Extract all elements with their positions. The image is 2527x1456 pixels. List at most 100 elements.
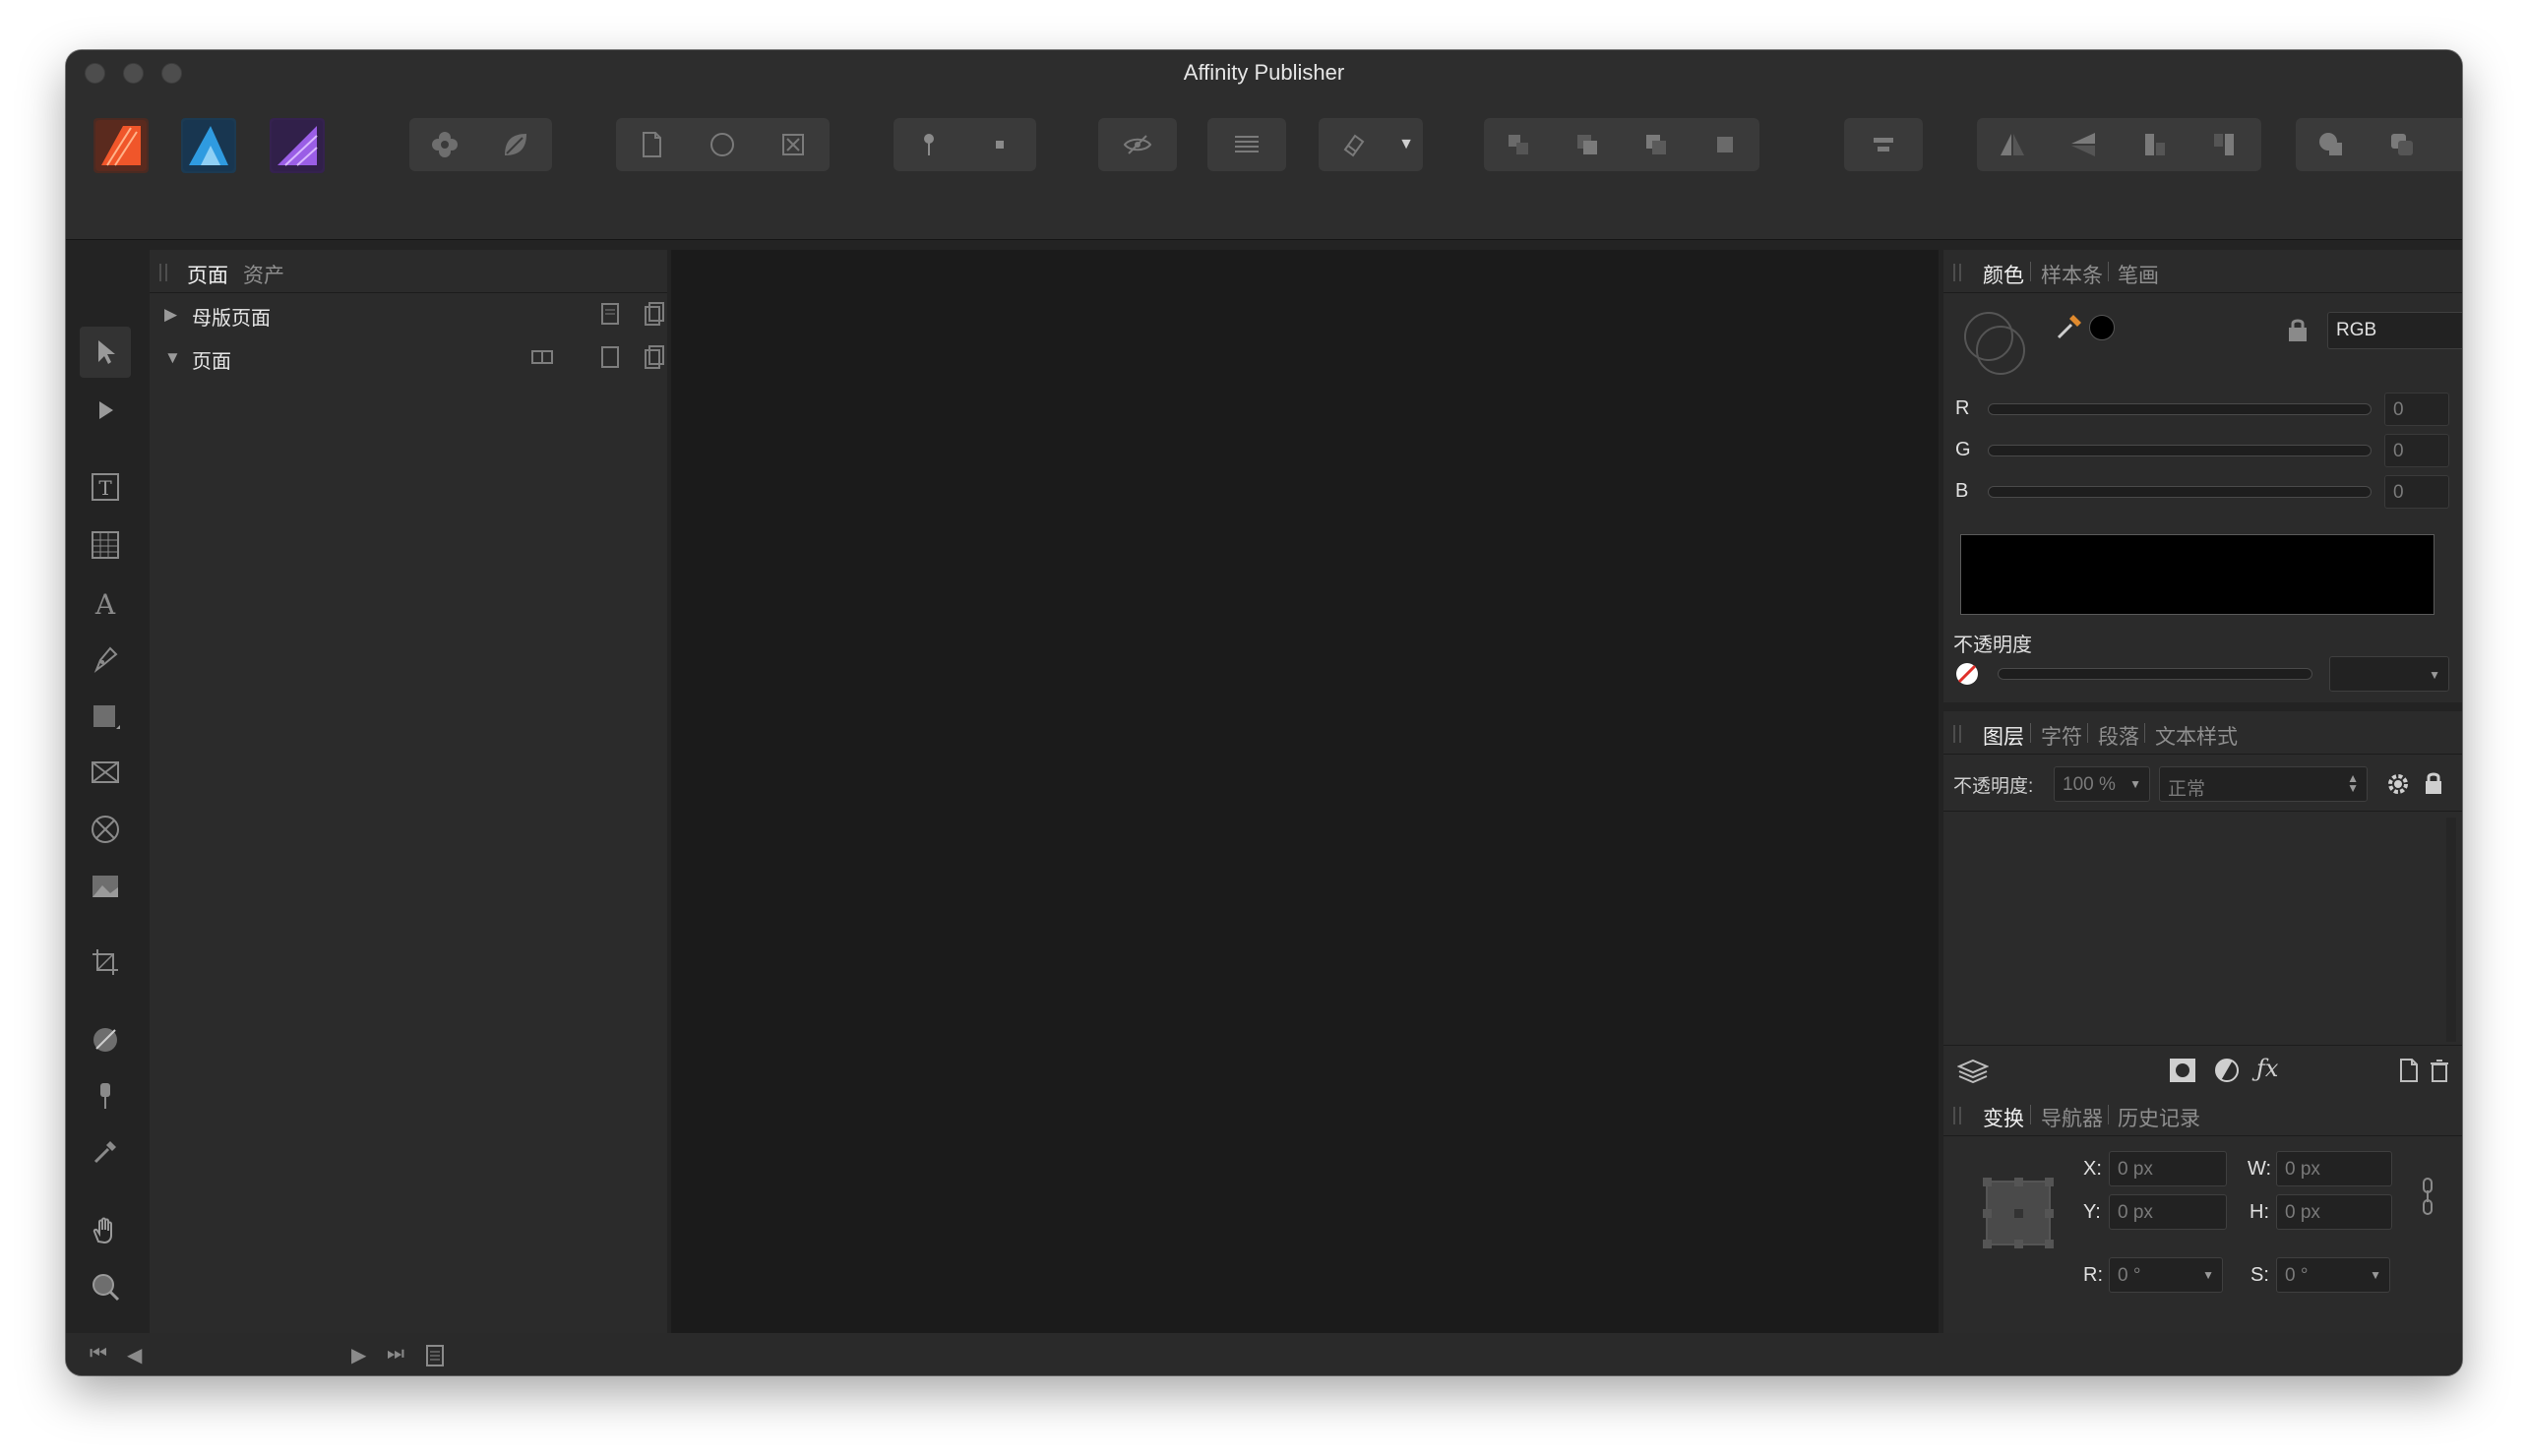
color-picker-tool[interactable] — [80, 1126, 131, 1178]
subtract-geometry-button[interactable] — [2367, 118, 2437, 171]
intersect-geometry-button[interactable] — [2437, 118, 2462, 171]
rectangle-tool[interactable] — [80, 691, 131, 742]
add-master-page-icon[interactable] — [642, 301, 667, 327]
publisher-persona-button[interactable] — [93, 118, 149, 173]
tab-paragraph[interactable]: 段落 — [2098, 721, 2139, 751]
channel-g-slider[interactable] — [1988, 445, 2372, 456]
square-button[interactable] — [964, 118, 1035, 171]
master-page-options-icon[interactable] — [597, 301, 623, 327]
move-to-back-button[interactable] — [1484, 118, 1553, 171]
align-button[interactable] — [1844, 118, 1923, 171]
channel-r-value[interactable]: 0 — [2384, 393, 2449, 426]
preview-button[interactable] — [1098, 118, 1177, 171]
designer-persona-button[interactable] — [181, 118, 236, 173]
panel-grip-handle[interactable] — [1953, 264, 1961, 281]
channel-g-value[interactable]: 0 — [2384, 434, 2449, 467]
channel-b-slider[interactable] — [1988, 486, 2372, 498]
add-page-icon[interactable] — [642, 344, 667, 370]
snapping-button[interactable] — [1319, 118, 1389, 171]
expand-arrow-icon[interactable]: ▶ — [164, 305, 177, 325]
channel-r-slider[interactable] — [1988, 403, 2372, 415]
document-canvas[interactable] — [671, 250, 1939, 1333]
eyedropper-icon[interactable] — [2054, 311, 2085, 342]
move-to-front-button[interactable] — [1691, 118, 1759, 171]
current-color-swatch[interactable] — [2089, 315, 2115, 340]
photo-persona-button[interactable] — [270, 118, 325, 173]
shape-tool-button[interactable] — [480, 118, 551, 171]
pages-row[interactable]: ▼ 页面 — [150, 336, 709, 378]
opacity-dropdown[interactable]: ▼ — [2329, 656, 2449, 692]
layers-scrollbar[interactable] — [2446, 818, 2456, 1042]
layer-opacity-field[interactable]: 100 % ▼ — [2054, 766, 2150, 802]
tab-assets[interactable]: 资产 — [243, 260, 284, 289]
transparency-tool[interactable] — [80, 1070, 131, 1122]
w-field[interactable]: 0 px — [2276, 1151, 2392, 1186]
picture-frame-tool[interactable] — [80, 747, 131, 798]
link-constrain-icon[interactable] — [2419, 1177, 2436, 1216]
shear-field[interactable]: 0 ° ▼ — [2276, 1257, 2390, 1293]
move-tool[interactable] — [80, 327, 131, 378]
pin-button[interactable] — [894, 118, 964, 171]
crop-tool[interactable] — [80, 937, 131, 988]
no-color-icon[interactable] — [1954, 661, 1980, 687]
page-icon[interactable] — [424, 1344, 446, 1367]
lock-icon[interactable] — [2285, 316, 2311, 343]
delete-layer-icon[interactable] — [2429, 1058, 2450, 1083]
blend-mode-select[interactable]: 正常 ▲ ▼ — [2159, 766, 2368, 802]
picture-frame-button[interactable] — [758, 118, 829, 171]
node-tool[interactable] — [80, 385, 131, 436]
tab-text-styles[interactable]: 文本样式 — [2155, 721, 2238, 751]
view-tool[interactable] — [80, 1205, 131, 1256]
gear-icon[interactable] — [2385, 771, 2411, 797]
tab-color[interactable]: 颜色 — [1983, 260, 2024, 289]
add-geometry-button[interactable] — [2296, 118, 2367, 171]
fx-icon[interactable]: ƒx — [2256, 1055, 2278, 1082]
first-page-icon[interactable]: ⏮ — [90, 1343, 107, 1365]
tab-swatches[interactable]: 样本条 — [2041, 260, 2103, 289]
move-back-button[interactable] — [1553, 118, 1622, 171]
ellipse-frame-button[interactable] — [687, 118, 758, 171]
tab-stroke[interactable]: 笔画 — [2118, 260, 2159, 289]
fill-tool[interactable] — [80, 1014, 131, 1065]
document-setup-button[interactable] — [616, 118, 687, 171]
adjustment-icon[interactable] — [2214, 1058, 2240, 1083]
flip-horizontal-button[interactable] — [1977, 118, 2048, 171]
mask-layer-icon[interactable] — [2169, 1058, 2196, 1083]
x-field[interactable]: 0 px — [2109, 1151, 2227, 1186]
zoom-tool[interactable] — [80, 1261, 131, 1312]
table-tool[interactable] — [80, 519, 131, 571]
panel-grip-handle[interactable] — [1953, 1107, 1961, 1124]
ellipse-frame-tool[interactable] — [80, 804, 131, 855]
color-model-select[interactable]: RGB ▲▼ — [2327, 312, 2462, 349]
tab-character[interactable]: 字符 — [2041, 721, 2082, 751]
layers-stack-icon[interactable] — [1957, 1058, 1989, 1083]
tab-layers[interactable]: 图层 — [1983, 721, 2024, 751]
last-page-icon[interactable]: ⏭ — [387, 1343, 404, 1365]
h-field[interactable]: 0 px — [2276, 1194, 2392, 1230]
snapping-dropdown[interactable]: ▼ — [1389, 118, 1423, 171]
rotate-right-button[interactable] — [2189, 118, 2260, 171]
fill-stroke-circles-icon[interactable] — [1957, 307, 2040, 382]
channel-b-value[interactable]: 0 — [2384, 475, 2449, 509]
master-pages-row[interactable]: ▶ 母版页面 — [150, 293, 709, 334]
page-options-icon[interactable] — [597, 344, 623, 370]
artistic-text-tool[interactable]: A — [80, 577, 131, 629]
tab-transform[interactable]: 变换 — [1983, 1103, 2024, 1132]
y-field[interactable]: 0 px — [2109, 1194, 2227, 1230]
anchor-point-selector-icon[interactable] — [1979, 1174, 2058, 1252]
panel-grip-handle[interactable] — [159, 264, 167, 281]
lock-icon[interactable] — [2423, 770, 2444, 796]
move-forward-button[interactable] — [1622, 118, 1691, 171]
flip-vertical-button[interactable] — [2048, 118, 2119, 171]
text-wrap-button[interactable] — [1207, 118, 1286, 171]
next-page-icon[interactable]: ▶ — [351, 1343, 366, 1367]
pen-tool[interactable] — [80, 634, 131, 685]
layers-list[interactable] — [1943, 811, 2462, 1045]
collapse-arrow-icon[interactable]: ▼ — [164, 348, 181, 368]
previous-page-icon[interactable]: ◀ — [127, 1343, 142, 1367]
opacity-slider[interactable] — [1998, 668, 2312, 680]
tab-navigator[interactable]: 导航器 — [2041, 1103, 2103, 1132]
rotate-left-button[interactable] — [2119, 118, 2189, 171]
panel-grip-handle[interactable] — [1953, 725, 1961, 743]
frame-text-tool[interactable]: T — [80, 461, 131, 513]
